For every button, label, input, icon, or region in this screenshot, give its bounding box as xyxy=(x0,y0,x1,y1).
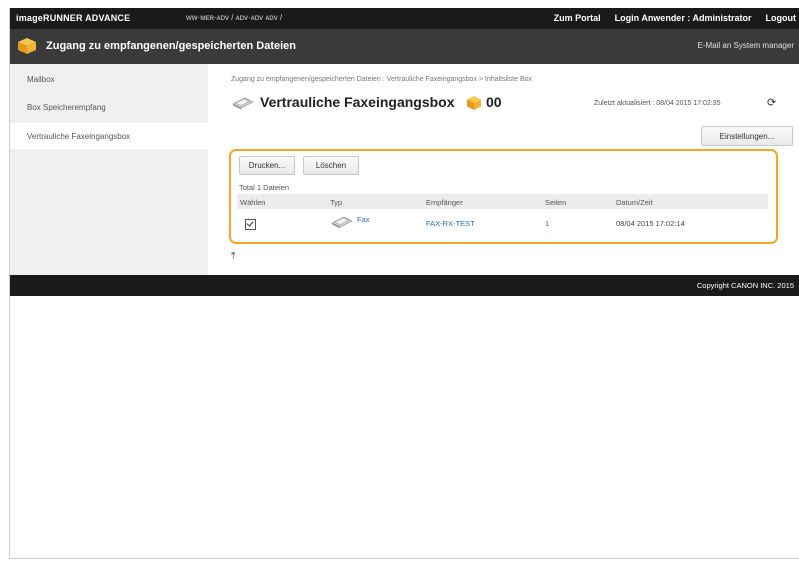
sidebar-item-memory-rx[interactable]: Box Speicherempfang xyxy=(10,94,208,120)
refresh-icon[interactable]: ⟳ xyxy=(767,96,776,109)
box-icon xyxy=(18,38,36,54)
login-user: Login Anwender : Administrator xyxy=(614,13,752,23)
row-checkbox[interactable] xyxy=(245,219,256,230)
delete-button[interactable]: Löschen xyxy=(303,156,359,175)
col-type: Typ xyxy=(330,198,343,207)
top-nav: Zum Portal Login Anwender : Administrato… xyxy=(554,13,796,23)
col-datetime: Datum/Zeit xyxy=(616,198,653,207)
col-select: Wählen xyxy=(240,198,266,207)
recipient-link[interactable]: FAX-RX-TEST xyxy=(426,219,475,228)
sidebar-item-confidential-fax[interactable]: Vertrauliche Faxeingangsbox xyxy=(10,123,208,149)
scroll-top-icon[interactable]: ⤒ xyxy=(231,251,235,262)
browser-page: imageRUNNER ADVANCE ᴡᴡ·ᴍᴇʀ-ᴀᴅᴠ / ᴀᴅᴠ·ᴀᴅᴠ… xyxy=(9,8,799,559)
file-type-link[interactable]: Fax xyxy=(357,215,370,224)
box-number-icon xyxy=(467,96,481,110)
fax-icon xyxy=(232,97,254,110)
page-title: Zugang zu empfangenen/gespeicherten Date… xyxy=(46,40,296,52)
footer: Copyright CANON INC. 2015 xyxy=(10,275,799,296)
table-header: Wählen Typ Empfänger Seiten Datum/Zeit xyxy=(237,194,768,209)
col-pages: Seiten xyxy=(545,198,567,207)
title-bar: Zugang zu empfangenen/gespeicherten Date… xyxy=(10,29,799,64)
sidebar-item-mailbox[interactable]: Mailbox xyxy=(10,66,208,92)
print-button[interactable]: Drucken... xyxy=(239,156,295,175)
settings-button[interactable]: Einstellungen... xyxy=(701,126,793,146)
portal-link[interactable]: Zum Portal xyxy=(554,13,601,23)
sidebar-item-label: Vertrauliche Faxeingangsbox xyxy=(27,132,131,141)
last-updated: Zuletzt aktualisiert : 08/04 2015 17:02:… xyxy=(594,100,721,107)
file-list-panel: Drucken... Löschen Total 1 Dateien Wähle… xyxy=(229,149,778,244)
sidebar: Mailbox Box Speicherempfang Vertrauliche… xyxy=(10,64,208,275)
mail-admin-link[interactable]: E-Mail an System manager xyxy=(698,41,794,50)
top-bar: imageRUNNER ADVANCE ᴡᴡ·ᴍᴇʀ-ᴀᴅᴠ / ᴀᴅᴠ·ᴀᴅᴠ… xyxy=(10,8,799,29)
sidebar-item-label: Mailbox xyxy=(27,75,55,84)
row-datetime: 08/04 2015 17:02:14 xyxy=(616,219,685,228)
fax-icon xyxy=(331,216,353,229)
pages-link[interactable]: 1 xyxy=(545,219,549,228)
box-number: 00 xyxy=(486,94,502,110)
col-recipient: Empfänger xyxy=(426,198,463,207)
copyright: Copyright CANON INC. 2015 xyxy=(696,281,794,290)
total-files: Total 1 Dateien xyxy=(239,183,290,192)
table-row: Fax FAX-RX-TEST 1 08/04 2015 17:02:14 xyxy=(237,210,768,235)
box-title: Vertrauliche Faxeingangsbox xyxy=(260,94,455,110)
main-content: Zugang zu empfangenen/gespeicherten Date… xyxy=(208,64,799,275)
breadcrumb: Zugang zu empfangenen/gespeicherten Date… xyxy=(231,76,532,83)
logout-link[interactable]: Logout xyxy=(766,13,797,23)
device-host: ᴡᴡ·ᴍᴇʀ-ᴀᴅᴠ / ᴀᴅᴠ·ᴀᴅᴠ ᴀᴅᴠ / xyxy=(186,13,283,22)
sidebar-item-label: Box Speicherempfang xyxy=(27,103,106,112)
brand-logo: imageRUNNER ADVANCE xyxy=(16,13,131,23)
